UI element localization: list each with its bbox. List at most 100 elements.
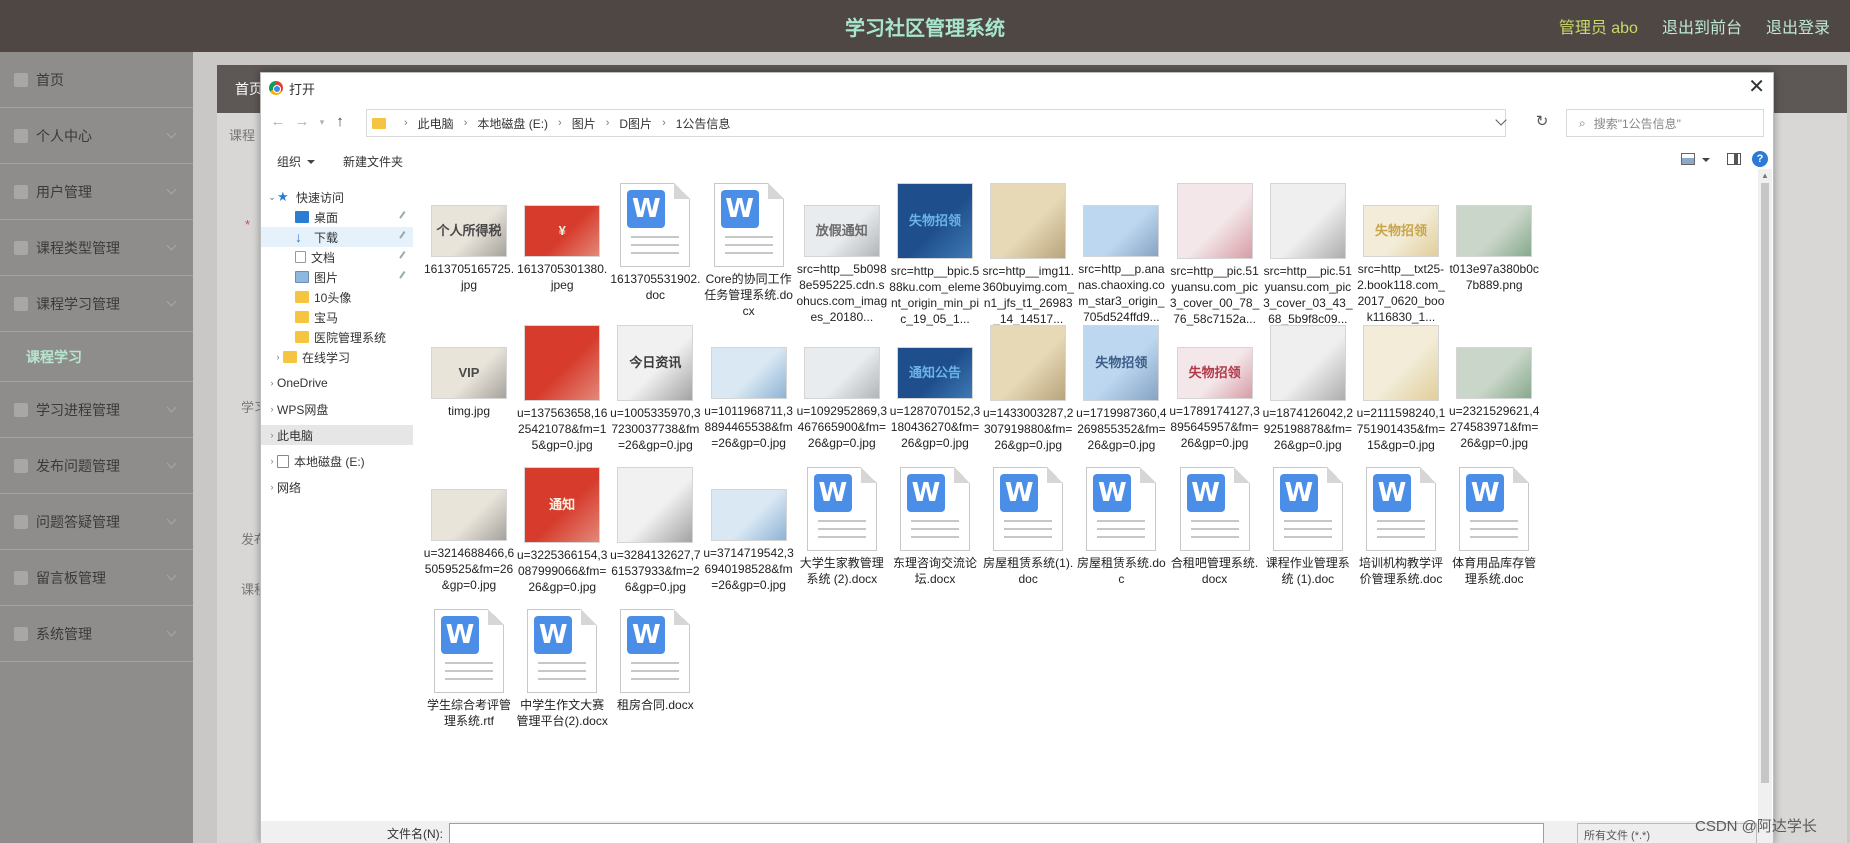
expand-chevron-icon[interactable]: › [267,430,277,440]
image-file[interactable]: 今日资讯 u=1005335970,37230037738&fm=26&gp=0.… [609,325,701,453]
close-button[interactable]: ✕ [1748,77,1765,97]
nav-item[interactable]: ⌄ ★ 快速访问 [261,187,413,207]
image-file[interactable]: u=1011968711,38894465538&fm=26&gp=0.jpg [703,325,795,451]
back-arrow-icon[interactable]: ← [269,113,287,131]
path-segment[interactable]: 此电脑 [418,115,454,132]
sidebar-item[interactable]: 留言板管理 [0,550,193,606]
nav-item[interactable]: 宝马 [261,307,413,327]
sidebar-item[interactable]: 系统管理 [0,606,193,662]
view-mode-icon[interactable] [1681,153,1695,165]
nav-item[interactable]: 桌面 [261,207,413,227]
image-file[interactable]: ¥1613705301380.jpeg [516,183,608,293]
nav-item[interactable]: › WPS网盘 [261,399,413,419]
chevron-right-icon[interactable]: › [464,117,468,129]
image-file[interactable]: u=3214688466,65059525&fm=26&gp=0.jpg [423,467,515,593]
forward-arrow-icon[interactable]: → [293,113,311,131]
sidebar-item[interactable]: 课程学习管理 [0,276,193,332]
chevron-right-icon[interactable]: › [662,117,666,129]
image-file[interactable]: 失物招领 src=http__bpic.588ku.com_element_ori… [889,183,981,327]
image-file[interactable]: src=http__pic.51yuansu.com_pic3_cover_03… [1262,183,1354,327]
document-file[interactable]: W 大学生家教管理系统 (2).docx [796,467,888,587]
scrollbar-thumb[interactable] [1761,183,1769,783]
image-file[interactable]: u=1433003287,2307919880&fm=26&gp=0.jpg [982,325,1074,453]
image-file[interactable]: 失物招领 u=1789174127,3895645957&fm=26&gp=0.j… [1169,325,1261,451]
sidebar-item[interactable]: 课程类型管理 [0,220,193,276]
nav-item[interactable]: 10头像 [261,287,413,307]
image-file[interactable]: u=137563658,1625421078&fm=15&gp=0.jpg [516,325,608,453]
sidebar-item[interactable]: 用户管理 [0,164,193,220]
document-file[interactable]: W Core的协同工作任务管理系统.docx [703,183,795,319]
vertical-scrollbar[interactable]: ▲ [1758,169,1772,819]
logout-link[interactable]: 退出登录 [1766,14,1830,38]
nav-item[interactable]: 文档 [261,247,413,267]
document-file[interactable]: W 培训机构教学评价管理系统.doc [1355,467,1447,587]
image-file[interactable]: u=2111598240,1751901435&fm=15&gp=0.jpg [1355,325,1447,453]
nav-item[interactable]: 图片 [261,267,413,287]
expand-chevron-icon[interactable]: › [273,352,283,362]
document-file[interactable]: W 房屋租赁系统(1).doc [982,467,1074,587]
image-file[interactable]: src=http__img11.360buyimg.com_n1_jfs_t1_… [982,183,1074,327]
image-file[interactable]: 失物招领 u=1719987360,4269855352&fm=26&gp=0.j… [1075,325,1167,453]
document-file[interactable]: W 中学生作文大赛管理平台(2).docx [516,609,608,729]
nav-item[interactable]: ↓ 下载 [261,227,413,247]
image-file[interactable]: u=1874126042,2925198878&fm=26&gp=0.jpg [1262,325,1354,453]
image-file[interactable]: u=1092952869,3467665900&fm=26&gp=0.jpg [796,325,888,451]
filename-input[interactable] [449,823,1544,843]
search-input[interactable]: ⌕ 搜索"1公告信息" [1566,109,1764,137]
path-segment[interactable]: 图片 [572,115,596,132]
sidebar-item[interactable]: 发布问题管理 [0,438,193,494]
sidebar-item[interactable]: 个人中心 [0,108,193,164]
image-file[interactable]: src=http__pic.51yuansu.com_pic3_cover_00… [1169,183,1261,327]
image-file[interactable]: 个人所得税 1613705165725.jpg [423,183,515,293]
help-icon[interactable]: ? [1752,151,1768,167]
scroll-up-icon[interactable]: ▲ [1761,171,1769,180]
admin-user-label[interactable]: 管理员 abo [1559,14,1638,38]
nav-item[interactable]: › 在线学习 [261,347,413,367]
image-file[interactable]: 通知 u=3225366154,3087999066&fm=26&gp=0.jpg [516,467,608,595]
expand-chevron-icon[interactable]: › [267,456,277,466]
image-file[interactable]: u=2321529621,4274583971&fm=26&gp=0.jpg [1448,325,1540,451]
document-file[interactable]: W 合租吧管理系统.docx [1169,467,1261,587]
organize-button[interactable]: 组织 [277,153,315,170]
document-file[interactable]: W 课程作业管理系统 (1).doc [1262,467,1354,587]
image-file[interactable]: src=http__p.ananas.chaoxing.com_star3_or… [1075,183,1167,325]
path-segment[interactable]: 本地磁盘 (E:) [477,115,548,132]
image-file[interactable]: u=3714719542,36940198528&fm=26&gp=0.jpg [703,467,795,593]
breadcrumb-home[interactable]: 首页 [235,79,263,99]
nav-item[interactable]: › 网络 [261,477,413,497]
sidebar-subitem[interactable]: 课程学习 [0,332,193,382]
preview-pane-icon[interactable] [1727,153,1741,165]
nav-item[interactable]: › 本地磁盘 (E:) [261,451,413,471]
path-segment[interactable]: 1公告信息 [676,115,731,132]
up-arrow-icon[interactable]: ↑ [331,113,349,131]
expand-chevron-icon[interactable]: › [267,404,277,414]
sidebar-item[interactable]: 学习进程管理 [0,382,193,438]
chevron-right-icon[interactable]: › [606,117,610,129]
expand-chevron-icon[interactable]: › [267,482,277,492]
nav-item[interactable]: 医院管理系统 [261,327,413,347]
refresh-icon[interactable]: ↻ [1533,113,1551,131]
document-file[interactable]: W 房屋租赁系统.doc [1075,467,1167,587]
expand-chevron-icon[interactable]: › [267,378,277,388]
sidebar-item[interactable]: 问题答疑管理 [0,494,193,550]
address-bar[interactable]: › 此电脑 › 本地磁盘 (E:) › 图片 › D图片 › 1公告信息 [366,109,1506,137]
image-file[interactable]: u=3284132627,761537933&fm=26&gp=0.jpg [609,467,701,595]
new-folder-button[interactable]: 新建文件夹 [343,153,403,170]
document-file[interactable]: W 租房合同.docx [609,609,701,713]
back-to-front-link[interactable]: 退出到前台 [1662,14,1742,38]
sidebar-item[interactable]: 首页 [0,52,193,108]
document-file[interactable]: W 学生综合考评管理系统.rtf [423,609,515,729]
path-segment[interactable]: D图片 [619,115,652,132]
document-file[interactable]: W 1613705531902.doc [609,183,701,303]
nav-item[interactable]: › 此电脑 [261,425,413,445]
document-file[interactable]: W 体育用品库存管理系统.doc [1448,467,1540,587]
image-file[interactable]: VIP timg.jpg [423,325,515,419]
nav-item[interactable]: › OneDrive [261,373,413,393]
chevron-right-icon[interactable]: › [558,117,562,129]
image-file[interactable]: 通知公告 u=1287070152,3180436270&fm=26&gp=0.j… [889,325,981,451]
image-file[interactable]: 失物招领 src=http__txt25-2.book118.com_2017_0… [1355,183,1447,325]
expand-chevron-icon[interactable]: ⌄ [267,192,277,203]
chevron-down-icon[interactable] [1702,158,1710,162]
image-file[interactable]: t013e97a380b0c7b889.png [1448,183,1540,293]
recent-dropdown-icon[interactable]: ▾ [313,113,331,131]
